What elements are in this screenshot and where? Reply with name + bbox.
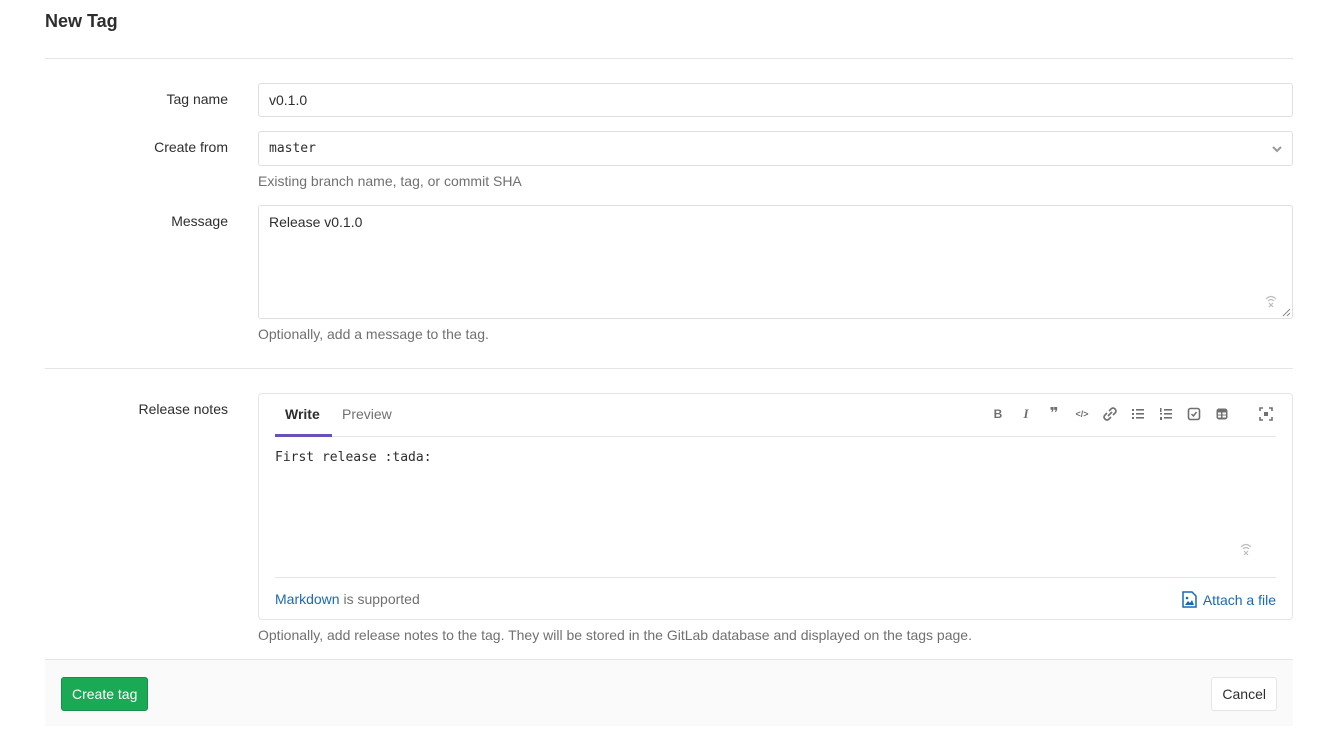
numbered-list-icon[interactable]: [1158, 406, 1174, 422]
fullscreen-icon[interactable]: [1258, 406, 1274, 422]
attach-file-label: Attach a file: [1202, 591, 1276, 608]
code-icon[interactable]: </>: [1074, 406, 1090, 422]
release-notes-textarea[interactable]: First release :tada:: [275, 450, 432, 465]
resize-handle-icon[interactable]: [1282, 308, 1291, 317]
title-divider: [45, 58, 1293, 59]
link-icon[interactable]: [1102, 406, 1118, 422]
active-tab-indicator: [275, 434, 332, 437]
attach-file-button[interactable]: Attach a file: [1182, 591, 1276, 608]
create-from-value: master: [269, 141, 316, 156]
editor-tabs: Write Preview B I ❞ </>: [275, 394, 1276, 437]
message-help: Optionally, add a message to the tag.: [258, 326, 489, 342]
task-list-icon[interactable]: [1186, 406, 1202, 422]
chevron-down-icon: [1272, 146, 1282, 153]
bullet-list-icon[interactable]: [1130, 406, 1146, 422]
markdown-hint: Markdown is supported: [275, 591, 420, 607]
page-title: New Tag: [45, 11, 118, 31]
message-textarea[interactable]: Release v0.1.0: [258, 205, 1293, 319]
grammarly-icon: [1240, 543, 1252, 556]
tag-name-label: Tag name: [166, 91, 228, 107]
italic-icon[interactable]: I: [1018, 406, 1034, 422]
markdown-link[interactable]: Markdown: [275, 591, 340, 607]
bold-icon[interactable]: B: [990, 406, 1006, 422]
create-from-label: Create from: [154, 139, 228, 155]
quote-icon[interactable]: ❞: [1046, 406, 1062, 422]
release-notes-editor: Write Preview B I ❞ </> First release :t…: [258, 393, 1293, 620]
message-label: Message: [171, 213, 228, 229]
tab-preview[interactable]: Preview: [342, 406, 392, 422]
editor-footer-divider: [275, 577, 1276, 578]
create-tag-button[interactable]: Create tag: [61, 677, 149, 711]
cancel-button[interactable]: Cancel: [1211, 677, 1277, 711]
section-divider: [45, 368, 1293, 369]
tag-name-input[interactable]: [258, 83, 1293, 117]
table-icon[interactable]: [1214, 406, 1230, 422]
release-notes-label: Release notes: [138, 401, 228, 417]
create-from-help: Existing branch name, tag, or commit SHA: [258, 173, 522, 189]
message-value: Release v0.1.0: [269, 214, 363, 230]
markdown-hint-suffix: is supported: [339, 591, 420, 607]
form-actions: Create tag Cancel: [45, 659, 1293, 726]
create-from-select[interactable]: master: [258, 131, 1293, 166]
tab-write[interactable]: Write: [285, 406, 320, 422]
grammarly-icon: [1265, 295, 1277, 308]
release-notes-help: Optionally, add release notes to the tag…: [258, 627, 972, 643]
image-file-icon: [1182, 591, 1197, 608]
